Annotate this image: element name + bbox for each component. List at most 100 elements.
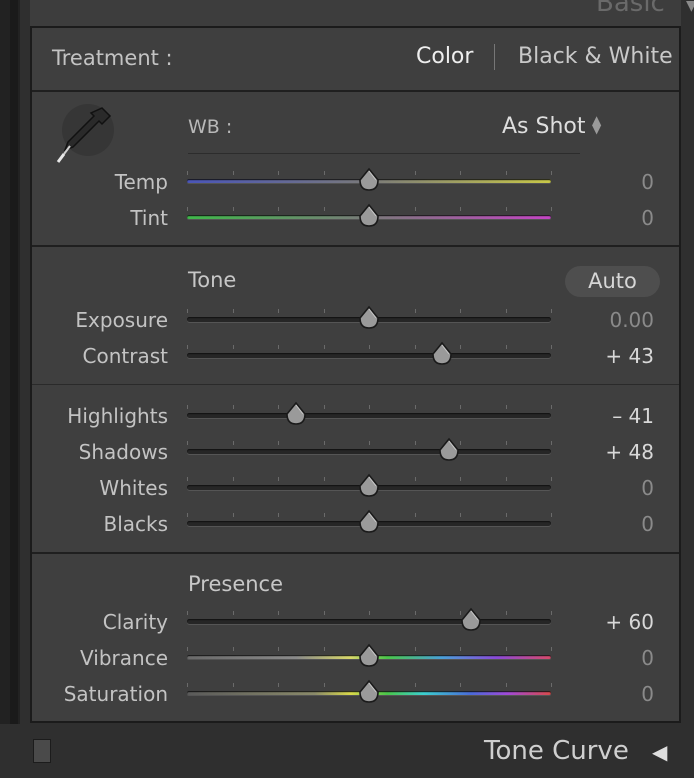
divider-tone-inner <box>32 384 679 385</box>
highlights-slider[interactable] <box>187 401 552 427</box>
clarity-slider-tick <box>415 611 416 615</box>
tint-slider-tick <box>233 207 234 211</box>
whites-slider-tick <box>187 477 188 481</box>
clarity-slider[interactable] <box>187 607 552 633</box>
vibrance-slider-thumb[interactable] <box>358 643 380 669</box>
blacks-label: Blacks <box>103 512 168 536</box>
temp-slider[interactable] <box>187 167 552 193</box>
clarity-slider-tick <box>369 611 370 615</box>
temp-slider-tick <box>506 171 507 175</box>
treatment-separator <box>494 44 495 70</box>
shadows-slider[interactable] <box>187 437 552 463</box>
panel-header[interactable]: Basic ▼ <box>30 0 694 26</box>
whites-slider-tick <box>324 477 325 481</box>
wb-select[interactable]: As Shot <box>502 114 586 139</box>
saturation-slider-tick <box>460 683 461 687</box>
tone-curve-panel-title[interactable]: Tone Curve <box>484 736 629 766</box>
exposure-slider-thumb[interactable] <box>358 305 380 331</box>
contrast-slider-tick <box>460 345 461 349</box>
contrast-value[interactable]: + 43 <box>534 344 654 368</box>
tint-slider-thumb[interactable] <box>358 203 380 229</box>
tone-title: Tone <box>188 268 237 292</box>
vibrance-slider-tick <box>187 647 188 651</box>
auto-button[interactable]: Auto <box>565 266 660 297</box>
contrast-slider-thumb[interactable] <box>431 341 453 367</box>
shadows-value[interactable]: + 48 <box>534 440 654 464</box>
whites-slider-tick <box>460 477 461 481</box>
highlights-slider-thumb[interactable] <box>285 401 307 427</box>
temp-slider-tick <box>233 171 234 175</box>
saturation-value[interactable]: 0 <box>534 682 654 706</box>
temp-slider-thumb[interactable] <box>358 167 380 193</box>
saturation-slider-tick <box>415 683 416 687</box>
blacks-slider-thumb[interactable] <box>358 509 380 535</box>
clarity-slider-tick <box>233 611 234 615</box>
exposure-slider-tick <box>415 309 416 313</box>
shadows-slider-tick <box>506 441 507 445</box>
wb-label: WB : <box>188 116 233 138</box>
exposure-slider-tick <box>278 309 279 313</box>
saturation-slider-tick <box>187 683 188 687</box>
eyedropper-icon[interactable] <box>50 100 118 168</box>
vibrance-slider[interactable] <box>187 643 552 669</box>
collapse-arrow-icon[interactable]: ▼ <box>686 0 694 14</box>
tint-label: Tint <box>130 206 168 230</box>
temp-label: Temp <box>114 170 168 194</box>
panel-toggle-switch[interactable] <box>33 739 51 763</box>
treatment-color-option[interactable]: Color <box>416 44 473 69</box>
clarity-value[interactable]: + 60 <box>534 610 654 634</box>
whites-slider-thumb[interactable] <box>358 473 380 499</box>
exposure-slider-tick <box>187 309 188 313</box>
highlights-slider-tick <box>506 405 507 409</box>
highlights-label: Highlights <box>67 404 168 428</box>
contrast-slider-track[interactable] <box>187 353 551 358</box>
expand-left-arrow-icon[interactable]: ◀ <box>652 740 667 764</box>
treatment-label: Treatment : <box>52 46 173 70</box>
exposure-value[interactable]: 0.00 <box>534 308 654 332</box>
shadows-slider-track[interactable] <box>187 449 551 454</box>
tint-value[interactable]: 0 <box>534 206 654 230</box>
contrast-slider-tick <box>369 345 370 349</box>
vibrance-slider-tick <box>415 647 416 651</box>
tint-slider[interactable] <box>187 203 552 229</box>
temp-value[interactable]: 0 <box>534 170 654 194</box>
highlights-value[interactable]: – 41 <box>534 404 654 428</box>
exposure-slider[interactable] <box>187 305 552 331</box>
clarity-slider-track[interactable] <box>187 619 551 624</box>
tint-slider-tick <box>278 207 279 211</box>
temp-slider-tick <box>324 171 325 175</box>
clarity-slider-thumb[interactable] <box>460 607 482 633</box>
vibrance-value[interactable]: 0 <box>534 646 654 670</box>
whites-slider-tick <box>506 477 507 481</box>
divider-wb <box>32 245 679 247</box>
whites-slider-tick <box>233 477 234 481</box>
shadows-slider-thumb[interactable] <box>438 437 460 463</box>
exposure-slider-tick <box>233 309 234 313</box>
blacks-value[interactable]: 0 <box>534 512 654 536</box>
saturation-slider[interactable] <box>187 679 552 705</box>
presence-title: Presence <box>188 572 284 596</box>
highlights-slider-track[interactable] <box>187 413 551 418</box>
contrast-slider[interactable] <box>187 341 552 367</box>
contrast-slider-tick <box>233 345 234 349</box>
exposure-label: Exposure <box>75 308 168 332</box>
saturation-label: Saturation <box>63 682 168 706</box>
blacks-slider-tick <box>187 513 188 517</box>
saturation-slider-thumb[interactable] <box>358 679 380 705</box>
blacks-slider-tick <box>278 513 279 517</box>
contrast-slider-tick <box>187 345 188 349</box>
tint-slider-tick <box>460 207 461 211</box>
shadows-slider-tick <box>278 441 279 445</box>
whites-value[interactable]: 0 <box>534 476 654 500</box>
temp-slider-tick <box>187 171 188 175</box>
wb-stepper-icon[interactable]: ▲ ▼ <box>592 114 601 135</box>
treatment-bw-option[interactable]: Black & White <box>518 44 673 69</box>
tint-slider-tick <box>506 207 507 211</box>
tint-slider-tick <box>187 207 188 211</box>
blacks-slider[interactable] <box>187 509 552 535</box>
blacks-slider-tick <box>324 513 325 517</box>
whites-slider[interactable] <box>187 473 552 499</box>
clarity-slider-tick <box>278 611 279 615</box>
vibrance-slider-tick <box>278 647 279 651</box>
whites-label: Whites <box>99 476 168 500</box>
